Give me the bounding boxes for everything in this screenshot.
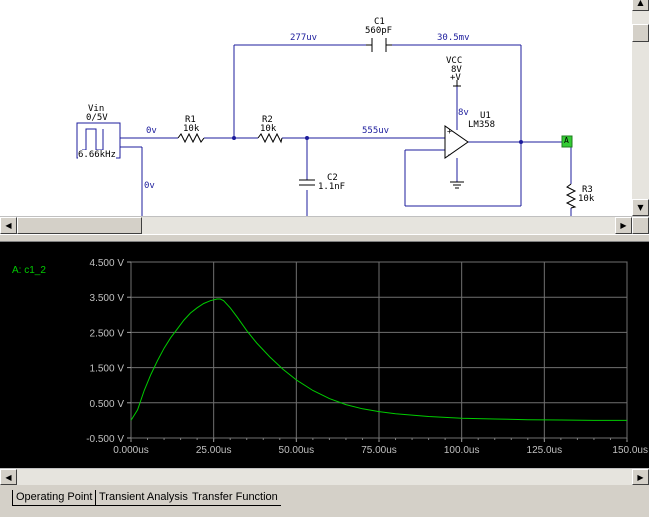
scroll-left-button[interactable]: ◀ <box>0 217 17 234</box>
scroll-up-button[interactable]: ▲ <box>632 0 649 11</box>
wire-label-c1-left: 277uv <box>290 33 318 43</box>
scrollbar-corner <box>632 217 649 234</box>
transient-plot[interactable]: 0.000us 25.00us 50.00us 75.00us 100.0us 125.0… <box>0 242 649 468</box>
y-tick-label: 2.500 V <box>90 328 125 339</box>
arrow-right-icon: ▶ <box>620 221 627 230</box>
plot-canvas: 0.000us 25.00us 50.00us 75.00us 100.0us 125.0… <box>12 258 648 456</box>
wire-label-r2-out: 555uv <box>362 126 390 136</box>
r3-value: 10k <box>578 194 595 204</box>
x-tick-label: 125.0us <box>527 445 563 456</box>
y-tick-label: 4.500 V <box>90 258 125 269</box>
y-tick-label: -0.500 V <box>86 434 124 445</box>
schematic-view[interactable]: + - Vin 0/5V 6.66kHz R1 10k R2 10k C1 56… <box>0 0 649 234</box>
plot-scroll-left-button[interactable]: ◀ <box>0 469 17 485</box>
analysis-tabs: Operating Point Transient Analysis Trans… <box>0 485 649 517</box>
c2-value: 1.1nF <box>318 182 346 192</box>
plot-horizontal-scrollbar[interactable]: ◀ ▶ <box>0 468 649 485</box>
arrow-up-icon: ▲ <box>637 0 644 7</box>
source-value: 0/5V <box>86 113 108 123</box>
pane-splitter[interactable] <box>0 234 649 242</box>
tab-transfer-function-label: Transfer Function <box>192 491 278 503</box>
u1-value: LM358 <box>468 120 496 130</box>
vcc-symbol: +V <box>450 73 461 83</box>
schematic-horizontal-scrollbar[interactable]: ◀ ▶ <box>0 216 649 234</box>
svg-text:-: - <box>447 150 452 159</box>
scroll-down-button[interactable]: ▼ <box>632 199 649 216</box>
plot-scroll-right-button[interactable]: ▶ <box>632 469 649 485</box>
y-tick-label: 0.500 V <box>90 399 125 410</box>
probe-marker-a[interactable]: A <box>564 136 569 146</box>
c1-value: 560pF <box>365 26 393 36</box>
tab-operating-point-label: Operating Point <box>16 491 93 503</box>
y-tick-label: 3.500 V <box>90 293 125 304</box>
y-tick-label: 1.500 V <box>90 364 125 375</box>
x-tick-label: 50.00us <box>279 445 315 456</box>
svg-text:+: + <box>447 127 452 136</box>
arrow-down-icon: ▼ <box>637 203 644 212</box>
wire-label-vin-bottom: 0v <box>144 181 155 191</box>
arrow-left-icon: ◀ <box>5 472 12 482</box>
arrow-right-icon: ▶ <box>637 472 644 482</box>
r1-value: 10k <box>183 124 200 134</box>
x-tick-label: 150.0us <box>612 445 648 456</box>
scroll-right-button[interactable]: ▶ <box>615 217 632 234</box>
wire-label-c1-right: 30.5mv <box>437 33 470 43</box>
x-tick-label: 25.00us <box>196 445 232 456</box>
r2-value: 10k <box>260 124 277 134</box>
wire-label-vin-out: 0v <box>146 126 157 136</box>
horizontal-scroll-thumb[interactable] <box>17 217 142 234</box>
wire-label-vcc-node: 8v <box>458 108 469 118</box>
tab-operating-point[interactable]: Operating Point <box>12 490 97 506</box>
x-tick-label: 100.0us <box>444 445 480 456</box>
schematic-vertical-scrollbar[interactable]: ▲ ▼ <box>632 0 649 216</box>
tab-transient-analysis-label: Transient Analysis <box>99 491 188 503</box>
tab-transient-analysis[interactable]: Transient Analysis <box>96 490 191 506</box>
trace-label: A: c1_2 <box>12 265 46 276</box>
source-frequency: 6.66kHz <box>78 150 116 160</box>
x-tick-label: 75.00us <box>361 445 397 456</box>
arrow-left-icon: ◀ <box>5 221 12 230</box>
x-tick-label: 0.000us <box>113 445 149 456</box>
tab-transfer-function[interactable]: Transfer Function <box>189 490 281 506</box>
vertical-scroll-thumb[interactable] <box>632 24 649 42</box>
